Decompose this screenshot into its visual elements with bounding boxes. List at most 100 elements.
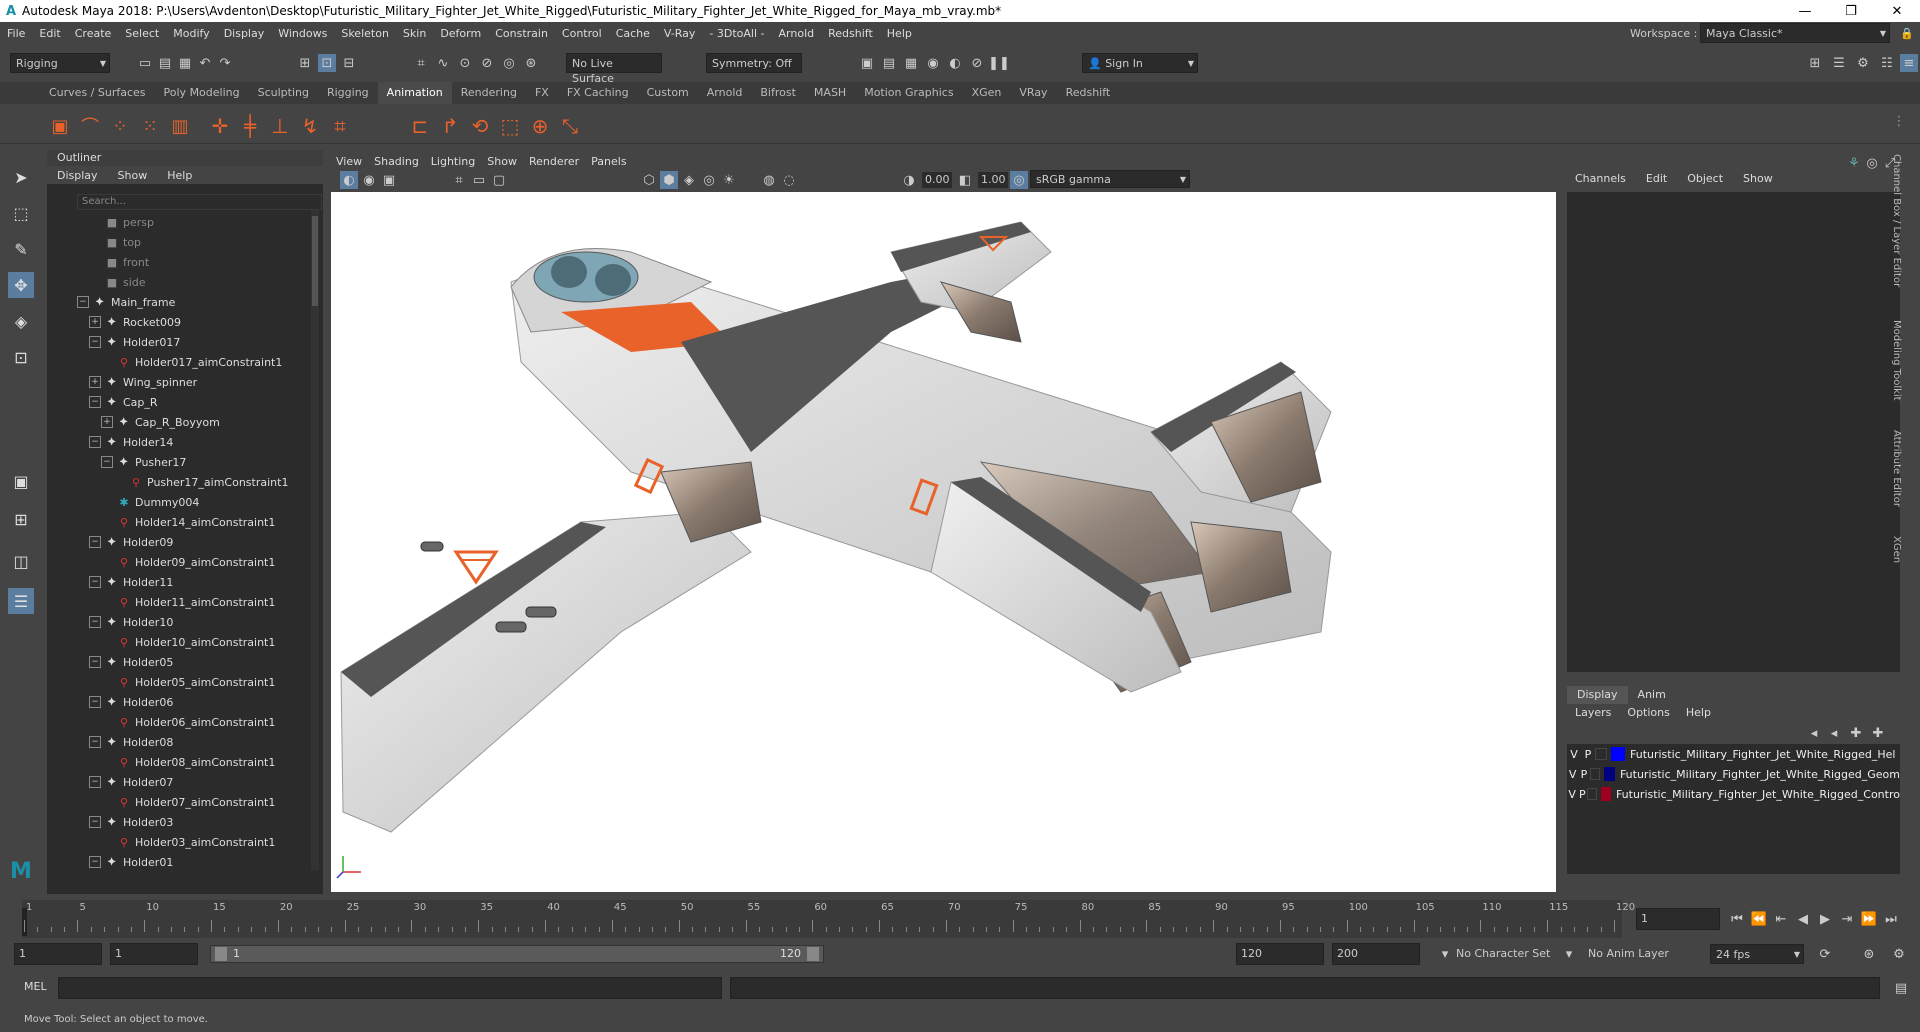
textured-icon[interactable]: ◈ <box>680 171 698 189</box>
layer-editor-icon[interactable]: ≡ <box>1900 54 1918 72</box>
save-scene-icon[interactable]: ▦ <box>176 54 194 72</box>
maximize-button[interactable]: ❐ <box>1828 0 1874 22</box>
layer-playback-toggle[interactable]: P <box>1581 748 1595 761</box>
step-back-frame-icon[interactable]: ⇤ <box>1772 910 1790 928</box>
expand-toggle-icon[interactable]: − <box>89 576 101 588</box>
tab-mash[interactable]: MASH <box>805 82 855 104</box>
menu-control[interactable]: Control <box>555 27 609 40</box>
snap-point-icon[interactable]: ⊙ <box>456 54 474 72</box>
wireframe-icon[interactable]: ⬡ <box>640 171 658 189</box>
playback-end-field[interactable]: 120 <box>1236 943 1324 965</box>
outliner-item[interactable]: ⚲ Holder08_aimConstraint1 <box>101 752 275 772</box>
lasso-tool-icon[interactable]: ⬚ <box>8 200 34 226</box>
outliner-item[interactable]: − ⯌ Holder017 <box>89 332 180 352</box>
aim-constraint-icon[interactable]: ⊏ <box>408 114 432 138</box>
outliner-item[interactable]: ■ top <box>89 232 141 252</box>
layer-color-swatch[interactable] <box>1611 747 1625 761</box>
outliner-item[interactable]: ⚲ Holder10_aimConstraint1 <box>101 632 275 652</box>
outliner-item[interactable]: ⚲ Holder07_aimConstraint1 <box>101 792 275 812</box>
go-to-end-icon[interactable]: ⏭ <box>1882 910 1900 928</box>
outliner-menu-display[interactable]: Display <box>47 169 108 182</box>
tab-anim-layers[interactable]: Anim <box>1628 686 1676 704</box>
four-view-icon[interactable]: ⊞ <box>8 506 34 532</box>
tab-motion-graphics[interactable]: Motion Graphics <box>855 82 962 104</box>
paint-select-icon[interactable]: ✎ <box>8 236 34 262</box>
menu-display[interactable]: Display <box>217 27 272 40</box>
expand-toggle-icon[interactable]: − <box>89 696 101 708</box>
expand-toggle-icon[interactable]: − <box>77 296 89 308</box>
outliner-item[interactable]: ■ side <box>89 272 146 292</box>
layer-playback-toggle[interactable]: P <box>1578 768 1589 781</box>
menu-skeleton[interactable]: Skeleton <box>334 27 396 40</box>
menu-deform[interactable]: Deform <box>433 27 488 40</box>
lattice-icon[interactable]: ⊕ <box>528 114 552 138</box>
expand-toggle-icon[interactable]: − <box>89 776 101 788</box>
expand-toggle-icon[interactable]: − <box>89 336 101 348</box>
ghost-icon[interactable]: ⁘ <box>108 114 132 138</box>
new-scene-icon[interactable]: ▭ <box>136 54 154 72</box>
outliner-item[interactable]: − ⯌ Holder08 <box>89 732 173 752</box>
command-input[interactable] <box>58 977 722 999</box>
character-set-dropdown[interactable]: No Character Set <box>1456 943 1556 965</box>
exposure-icon[interactable]: ◑ <box>900 171 918 189</box>
exposure-field[interactable]: 0.00 <box>922 172 952 188</box>
outliner-item[interactable]: ■ persp <box>89 212 154 232</box>
layer-color-swatch[interactable] <box>1603 767 1615 781</box>
menu-set-dropdown[interactable]: Rigging ▼ <box>10 53 110 73</box>
pole-vector-icon[interactable]: ⟲ <box>468 114 492 138</box>
play-backwards-icon[interactable]: ◀ <box>1794 910 1812 928</box>
expand-toggle-icon[interactable]: − <box>89 396 101 408</box>
tab-redshift[interactable]: Redshift <box>1057 82 1120 104</box>
viewport-menu-lighting[interactable]: Lighting <box>425 155 481 168</box>
two-view-icon[interactable]: ◫ <box>8 548 34 574</box>
outliner-layout-icon[interactable]: ☰ <box>8 588 34 614</box>
auto-key-icon[interactable]: ⊛ <box>1860 945 1878 963</box>
display-layer-row[interactable]: V P Futuristic_Military_Fighter_Jet_White_… <box>1567 744 1900 764</box>
layer-color-swatch[interactable] <box>1600 787 1611 801</box>
outliner-menu-help[interactable]: Help <box>157 169 202 182</box>
tab-rigging[interactable]: Rigging <box>318 82 378 104</box>
film-gate-icon[interactable]: ▭ <box>470 171 488 189</box>
viewport-menu-panels[interactable]: Panels <box>585 155 632 168</box>
render-icon[interactable]: ▣ <box>858 54 876 72</box>
menu-arnold[interactable]: Arnold <box>772 27 822 40</box>
xray-icon[interactable]: ◍ <box>760 171 778 189</box>
undo-icon[interactable]: ↶ <box>196 54 214 72</box>
select-tool-icon[interactable]: ➤ <box>8 164 34 190</box>
menu-file[interactable]: File <box>0 27 32 40</box>
snap-view-icon[interactable]: ⊘ <box>478 54 496 72</box>
camera-attributes-icon[interactable]: ▣ <box>380 171 398 189</box>
camera-select-icon[interactable]: ◐ <box>340 171 358 189</box>
outliner-item[interactable]: + ⯌ Wing_spinner <box>89 372 197 392</box>
step-back-key-icon[interactable]: ⏪ <box>1750 910 1768 928</box>
shelf-scroll-icon[interactable]: ⋮ <box>1890 112 1908 130</box>
layer-display-type-toggle[interactable] <box>1595 748 1607 760</box>
menu-edit[interactable]: Edit <box>32 27 67 40</box>
menu-help[interactable]: Help <box>880 27 919 40</box>
color-space-dropdown[interactable]: sRGB gamma ▼ <box>1030 170 1190 188</box>
layer-visibility-toggle[interactable]: V <box>1567 748 1581 761</box>
channel-menu-channels[interactable]: Channels <box>1565 172 1636 185</box>
gamma-field[interactable]: 1.00 <box>978 172 1008 188</box>
symmetry-dropdown[interactable]: Symmetry: Off <box>706 53 802 73</box>
move-tool-icon[interactable]: ✥ <box>8 272 34 298</box>
tab-arnold[interactable]: Arnold <box>698 82 752 104</box>
outliner-item[interactable]: + ⯌ Cap_R_Boyyom <box>101 412 220 432</box>
live-surface-field[interactable]: No Live Surface <box>566 53 662 85</box>
current-frame-field[interactable]: 1 <box>1636 908 1720 930</box>
scale-tool-icon[interactable]: ⊡ <box>8 344 34 370</box>
scale-constraint-icon[interactable]: ↱ <box>438 114 462 138</box>
attribute-toggle-icon[interactable]: ◎ <box>1863 154 1881 172</box>
outliner-item[interactable]: ⚲ Holder017_aimConstraint1 <box>101 352 282 372</box>
viewport-menu-view[interactable]: View <box>330 155 368 168</box>
range-start-handle[interactable] <box>215 947 227 961</box>
hypershade-icon[interactable]: ◉ <box>924 54 942 72</box>
outliner-item[interactable]: − ⯌ Holder14 <box>89 432 173 452</box>
loop-icon[interactable]: ⟳ <box>1816 945 1834 963</box>
color-management-icon[interactable]: ◎ <box>1010 171 1028 189</box>
channel-box-area[interactable] <box>1567 192 1900 672</box>
menu-modify[interactable]: Modify <box>166 27 216 40</box>
tab-animation[interactable]: Animation <box>377 82 452 104</box>
gamma-icon[interactable]: ◧ <box>956 171 974 189</box>
character-set-icon[interactable]: ▾ <box>1436 945 1454 963</box>
